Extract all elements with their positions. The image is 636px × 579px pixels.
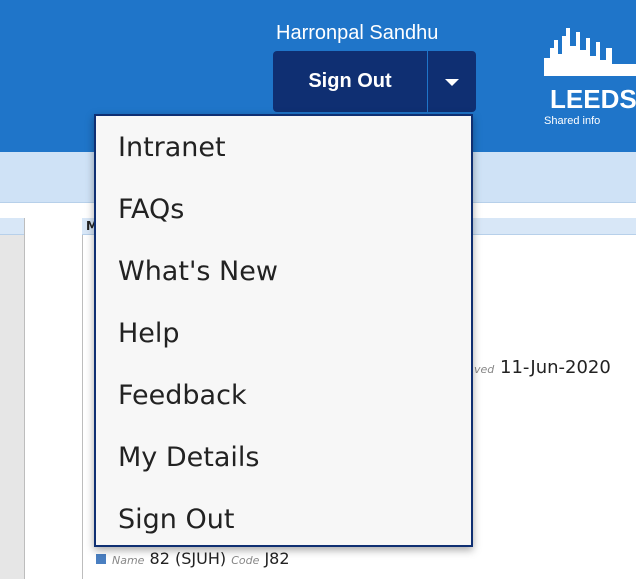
name-code-row: Name 82 (SJUH) Code J82 <box>112 549 290 568</box>
code-value: J82 <box>264 549 290 568</box>
approved-value: 11-Jun-2020 <box>500 357 611 378</box>
logo-text: LEEDS <box>550 84 636 114</box>
approved-date: ved 11-Jun-2020 <box>474 357 611 378</box>
menu-item-feedback[interactable]: Feedback <box>118 380 247 411</box>
left-panel <box>0 218 25 579</box>
flag-icon <box>96 554 106 564</box>
menu-item-whats-new[interactable]: What's New <box>118 256 278 287</box>
menu-item-intranet[interactable]: Intranet <box>118 132 226 163</box>
leeds-logo: LEEDS Shared info <box>514 18 636 130</box>
approved-label: ved <box>474 363 495 376</box>
menu-item-faqs[interactable]: FAQs <box>118 194 184 225</box>
menu-item-my-details[interactable]: My Details <box>118 442 259 473</box>
left-panel-header <box>0 218 24 235</box>
name-value: 82 (SJUH) <box>149 549 227 568</box>
user-name: Harronpal Sandhu <box>276 22 439 44</box>
menu-item-help[interactable]: Help <box>118 318 180 349</box>
logo-subtext: Shared info <box>544 115 601 127</box>
menu-item-sign-out[interactable]: Sign Out <box>118 504 234 535</box>
sign-out-button[interactable]: Sign Out <box>273 51 427 112</box>
name-label: Name <box>112 554 145 567</box>
caret-down-icon <box>445 79 459 86</box>
code-label: Code <box>231 554 260 567</box>
user-dropdown-menu: Intranet FAQs What's New Help Feedback M… <box>94 114 473 547</box>
skyline-icon <box>544 28 636 76</box>
user-menu-toggle-button[interactable] <box>428 51 476 112</box>
